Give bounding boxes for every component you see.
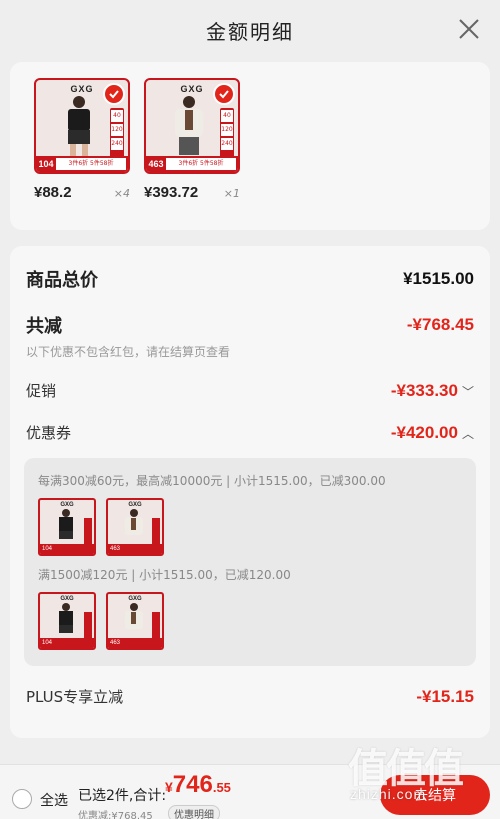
checkmark-icon[interactable] <box>213 83 235 105</box>
coupon-product-thumbnail: GXG 463 <box>106 498 164 556</box>
discount-detail-button[interactable]: 优惠明细 <box>168 805 220 819</box>
size-tags: 40 120 240 <box>110 108 124 160</box>
coupon-rule-text: 每满300减60元，最高减10000元 | 小计1515.00，已减300.00 <box>38 474 386 488</box>
amount-detail-sheet: 金额明细 GXG 40 120 240 104 3件6折 5件58折 ¥88.2… <box>0 0 500 819</box>
select-all-label[interactable]: 全选 <box>40 790 68 810</box>
model-figure-image <box>59 509 73 539</box>
size-tags <box>84 518 92 546</box>
model-figure-image <box>68 96 90 157</box>
chevron-up-icon[interactable]: ︿ <box>462 427 474 441</box>
product-thumbnail[interactable]: GXG 40 120 240 104 3件6折 5件58折 <box>34 78 130 174</box>
model-figure-image <box>59 603 73 633</box>
products-card: GXG 40 120 240 104 3件6折 5件58折 ¥88.2 ×4 G… <box>10 62 490 230</box>
promo-value: -¥333.30 <box>390 380 458 400</box>
coupon-product-thumbnail: GXG 463 <box>106 592 164 650</box>
product-qty: ×4 <box>113 187 130 200</box>
product-qty: ×1 <box>223 187 240 200</box>
select-all-radio[interactable] <box>12 789 32 809</box>
total-discount-row: 共减 -¥768.45 <box>26 312 474 338</box>
model-figure-image <box>125 603 143 629</box>
coupon-label: 优惠券 <box>26 424 72 442</box>
coupon-product-thumbnail: GXG 104 <box>38 592 96 650</box>
total-currency: ¥ <box>165 779 173 795</box>
close-icon[interactable] <box>456 16 482 42</box>
checkmark-icon[interactable] <box>103 83 125 105</box>
total-decimal: .55 <box>212 780 231 795</box>
promo-text: 3件6折 5件58折 <box>56 158 126 170</box>
coupon-value: -¥420.00 <box>390 422 458 442</box>
promo-text: 3件6折 5件58折 <box>166 158 236 170</box>
product-price: ¥88.2 <box>34 184 72 201</box>
amount-detail-card: 商品总价 ¥1515.00 共减 -¥768.45 以下优惠不包含红包，请在结算… <box>10 246 490 738</box>
total-integer: 746 <box>172 771 213 798</box>
plus-discount-value: -¥15.15 <box>416 686 474 706</box>
page-title: 金额明细 <box>206 19 294 44</box>
coupon-product-thumbnail: GXG 104 <box>38 498 96 556</box>
product-thumbnail[interactable]: GXG 40 120 240 463 3件6折 5件58折 <box>144 78 240 174</box>
promo-label: 促销 <box>26 382 57 400</box>
badge-number: 463 <box>108 638 162 648</box>
product-price-line: ¥393.72 ×1 <box>144 184 240 201</box>
badge-number: 104 <box>38 159 54 169</box>
coupon-row[interactable]: 优惠券 -¥420.00 ︿ <box>26 422 474 443</box>
product-item[interactable]: GXG 40 120 240 104 3件6折 5件58折 ¥88.2 ×4 <box>34 78 130 201</box>
total-discount-label: 共减 <box>26 316 62 337</box>
coupon-value-wrap: -¥420.00 ︿ <box>391 423 474 443</box>
badge-number: 463 <box>148 159 164 169</box>
size-tags <box>152 612 160 640</box>
size-tags <box>84 612 92 640</box>
selected-info: 已选2件,合计: <box>78 788 167 804</box>
model-figure-image <box>175 96 203 155</box>
badge-number: 104 <box>40 544 94 554</box>
promo-value-wrap: -¥333.30 ﹀ <box>391 381 474 401</box>
badge-number: 463 <box>108 544 162 554</box>
goods-total-row: 商品总价 ¥1515.00 <box>26 266 474 292</box>
product-price-line: ¥88.2 ×4 <box>34 184 130 201</box>
total-price: ¥ 746 .55 <box>165 771 231 799</box>
badge-number: 104 <box>40 638 94 648</box>
goods-total-value: ¥1515.00 <box>403 269 474 288</box>
promo-row[interactable]: 促销 -¥333.30 ﹀ <box>26 380 474 401</box>
coupon-detail-box: 每满300减60元，最高减10000元 | 小计1515.00，已减300.00… <box>24 458 476 666</box>
goods-total-label: 商品总价 <box>26 270 98 291</box>
promo-strip: 104 3件6折 5件58折 <box>36 156 128 172</box>
plus-discount-row: PLUS专享立减 -¥15.15 <box>26 686 474 707</box>
discount-summary: 优惠减:¥768.45 <box>78 811 153 819</box>
coupon-rule-text: 满1500减120元 | 小计1515.00，已减120.00 <box>38 568 291 582</box>
plus-discount-label: PLUS专享立减 <box>26 688 124 706</box>
size-tags: 40 120 240 <box>220 108 234 160</box>
chevron-down-icon[interactable]: ﹀ <box>462 385 474 399</box>
promo-strip: 463 3件6折 5件58折 <box>146 156 238 172</box>
size-tags <box>152 518 160 546</box>
model-figure-image <box>125 509 143 535</box>
sheet-header: 金额明细 <box>0 0 500 60</box>
product-item[interactable]: GXG 40 120 240 463 3件6折 5件58折 ¥393.72 ×1 <box>144 78 240 201</box>
total-discount-value: -¥768.45 <box>406 315 474 334</box>
checkout-button[interactable]: 去结算 <box>380 775 490 815</box>
discount-note: 以下优惠不包含红包，请在结算页查看 <box>26 345 231 359</box>
product-price: ¥393.72 <box>144 184 199 201</box>
checkout-bar: 全选 已选2件,合计: ¥ 746 .55 优惠减:¥768.45 优惠明细 去… <box>0 764 500 819</box>
